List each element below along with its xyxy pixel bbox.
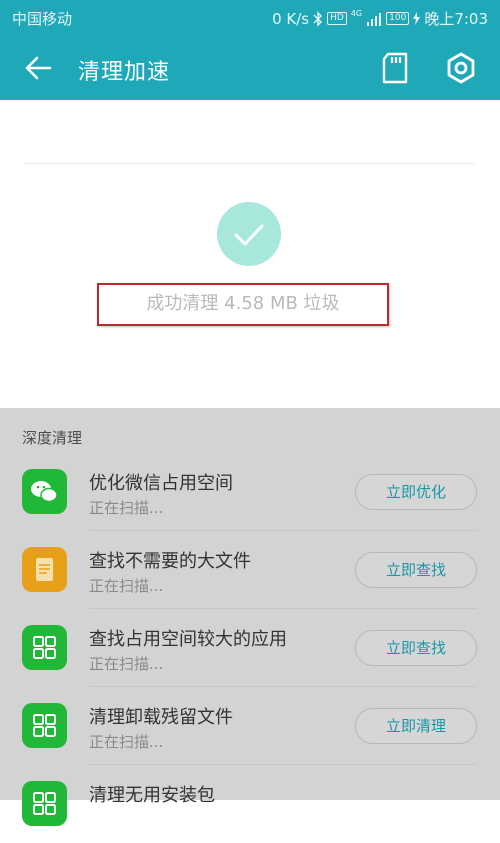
- clock: 晚上7:03: [424, 10, 488, 28]
- optimize-wechat-button[interactable]: 立即优化: [355, 474, 477, 510]
- battery-icon: 100: [386, 12, 410, 25]
- checkmark-icon: [217, 202, 281, 266]
- document-icon: [22, 547, 67, 592]
- item-title: 查找不需要的大文件: [89, 551, 251, 572]
- item-status: 正在扫描...: [89, 577, 164, 595]
- divider: [24, 163, 476, 164]
- section-title: 深度清理: [22, 429, 83, 447]
- wechat-icon: [22, 469, 67, 514]
- result-highlight-box: 成功清理 4.58 MB 垃圾: [97, 283, 389, 326]
- carrier-label: 中国移动: [12, 10, 73, 28]
- bluetooth-icon: [313, 10, 323, 27]
- apps-grid-icon: [22, 781, 67, 826]
- sd-card-icon[interactable]: [380, 52, 410, 84]
- find-large-files-button[interactable]: 立即查找: [355, 552, 477, 588]
- status-icons: 0 K/s HD 4G 100 晚上7:03: [272, 8, 488, 29]
- network-speed: 0 K/s: [272, 9, 310, 28]
- clean-result-text: 成功清理 4.58 MB 垃圾: [146, 293, 340, 314]
- clean-residual-button[interactable]: 立即清理: [355, 708, 477, 744]
- item-status: 正在扫描...: [89, 499, 164, 517]
- list-item-large-apps: 查找占用空间较大的应用 正在扫描... 立即查找: [0, 609, 500, 687]
- hd-icon: HD: [327, 12, 347, 25]
- charging-icon: [413, 12, 421, 25]
- item-status: 正在扫描...: [89, 655, 164, 673]
- status-bar: 中国移动 0 K/s HD 4G 100 晚上7:03: [0, 0, 500, 35]
- arrow-left-icon[interactable]: [22, 52, 54, 84]
- app-toolbar: 清理加速: [0, 35, 500, 100]
- apps-grid-icon: [22, 703, 67, 748]
- find-large-apps-button[interactable]: 立即查找: [355, 630, 477, 666]
- item-title: 优化微信占用空间: [89, 473, 233, 494]
- item-title: 清理卸载残留文件: [89, 707, 233, 728]
- list-item-residual-files: 清理卸载残留文件 正在扫描... 立即清理: [0, 687, 500, 765]
- gear-icon[interactable]: [444, 51, 478, 85]
- page-title: 清理加速: [78, 60, 171, 85]
- list-item-install-packages: 清理无用安装包: [0, 765, 500, 843]
- item-title: 清理无用安装包: [89, 785, 215, 806]
- item-status: 正在扫描...: [89, 733, 164, 751]
- signal-icon: [367, 12, 382, 26]
- apps-grid-icon: [22, 625, 67, 670]
- list-item-wechat: 优化微信占用空间 正在扫描... 立即优化: [0, 453, 500, 531]
- list-item-large-files: 查找不需要的大文件 正在扫描... 立即查找: [0, 531, 500, 609]
- item-title: 查找占用空间较大的应用: [89, 629, 287, 650]
- network-type: 4G: [350, 9, 363, 18]
